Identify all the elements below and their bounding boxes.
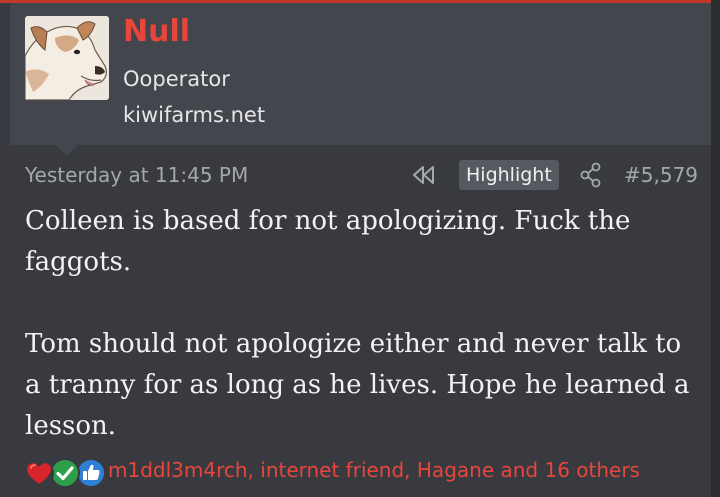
post-number-link[interactable]: #5,579 bbox=[624, 163, 698, 187]
heart-reaction-icon[interactable] bbox=[24, 458, 54, 488]
user-title: Ooperator bbox=[123, 67, 230, 91]
message-paragraph: Tom should not apologize either and neve… bbox=[25, 329, 690, 441]
username-link[interactable]: Null bbox=[123, 14, 190, 50]
dog-avatar-icon[interactable] bbox=[25, 16, 109, 100]
reactions-bar: m1ddl3m4rch, internet friend, Hagane and… bbox=[24, 455, 714, 491]
message-paragraph: Colleen is based for not apologizing. Fu… bbox=[25, 206, 631, 277]
user-site: kiwifarms.net bbox=[123, 103, 266, 127]
highlight-button[interactable]: Highlight bbox=[459, 160, 559, 190]
reaction-users-link[interactable]: m1ddl3m4rch, internet friend, Hagane and… bbox=[108, 458, 640, 482]
check-reaction-icon[interactable] bbox=[50, 458, 80, 488]
forum-post: Null Ooperator kiwifarms.net Yesterday a… bbox=[0, 0, 720, 497]
like-reaction-icon[interactable] bbox=[76, 458, 106, 488]
post-meta-row: Yesterday at 11:45 PM Highlight #5,579 bbox=[0, 158, 720, 192]
user-panel-arrow bbox=[56, 145, 78, 156]
post-timestamp-link[interactable]: Yesterday at 11:45 PM bbox=[25, 163, 248, 187]
rewind-icon[interactable] bbox=[410, 164, 438, 186]
share-icon[interactable] bbox=[579, 162, 603, 188]
post-message-body: Colleen is based for not apologizing. Fu… bbox=[25, 201, 695, 447]
user-info-panel bbox=[10, 3, 711, 145]
page-edge bbox=[711, 0, 720, 497]
